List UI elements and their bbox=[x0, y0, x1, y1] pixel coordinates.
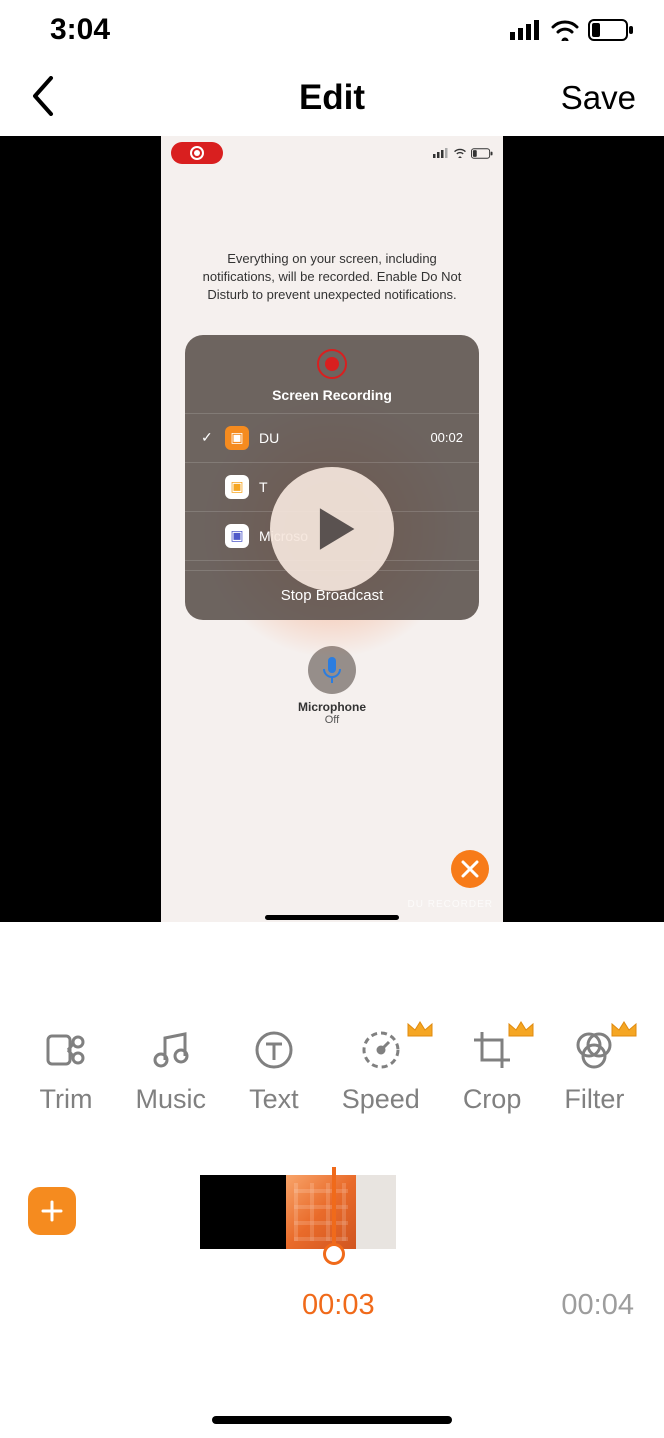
app-icon: ▣ bbox=[225, 524, 249, 548]
app-icon: ▣ bbox=[225, 475, 249, 499]
clip-track[interactable] bbox=[200, 1175, 396, 1249]
wifi-icon bbox=[453, 148, 467, 158]
microphone-block: Microphone Off bbox=[161, 646, 503, 726]
crop-icon bbox=[472, 1030, 512, 1070]
microphone-icon bbox=[308, 646, 356, 694]
cellular-icon bbox=[510, 20, 542, 40]
tool-text[interactable]: Text bbox=[249, 1030, 299, 1115]
total-time: 00:04 bbox=[561, 1289, 634, 1322]
nav-bar: Edit Save bbox=[0, 60, 664, 136]
inner-home-indicator bbox=[265, 915, 399, 920]
crown-icon bbox=[610, 1018, 638, 1045]
app-row-du: ✓ ▣ DU 00:02 bbox=[185, 413, 479, 462]
app-icon: ▣ bbox=[225, 426, 249, 450]
microphone-status: Off bbox=[161, 714, 503, 726]
record-icon bbox=[317, 349, 347, 379]
clip-thumbnail[interactable] bbox=[286, 1175, 356, 1249]
current-time: 00:03 bbox=[302, 1289, 375, 1322]
microphone-label: Microphone bbox=[161, 700, 503, 714]
tool-label: Crop bbox=[463, 1084, 522, 1115]
battery-icon bbox=[471, 148, 493, 159]
back-button[interactable] bbox=[28, 76, 58, 121]
tool-label: Speed bbox=[342, 1084, 420, 1115]
tool-music[interactable]: Music bbox=[136, 1030, 207, 1115]
tool-crop[interactable]: Crop bbox=[463, 1030, 522, 1115]
tool-row: Trim Music Text Speed Crop Filter bbox=[0, 922, 664, 1115]
tool-label: Trim bbox=[40, 1084, 93, 1115]
recording-notice: Everything on your screen, including not… bbox=[161, 170, 503, 335]
timeline[interactable] bbox=[0, 1175, 664, 1265]
cellular-icon bbox=[433, 148, 449, 158]
clip-thumbnail[interactable] bbox=[356, 1175, 396, 1249]
add-clip-button[interactable] bbox=[28, 1187, 76, 1235]
card-header: Screen Recording bbox=[185, 335, 479, 413]
crown-icon bbox=[406, 1018, 434, 1045]
wifi-icon bbox=[550, 19, 580, 41]
preview-frame: Everything on your screen, including not… bbox=[161, 136, 503, 922]
tool-label: Filter bbox=[564, 1084, 624, 1115]
watermark: DU RECORDER bbox=[408, 899, 493, 910]
play-button[interactable] bbox=[270, 467, 394, 591]
tool-trim[interactable]: Trim bbox=[40, 1030, 93, 1115]
tool-label: Music bbox=[136, 1084, 207, 1115]
status-indicators bbox=[510, 19, 634, 41]
inner-status-bar bbox=[161, 136, 503, 170]
tool-filter[interactable]: Filter bbox=[564, 1030, 624, 1115]
playhead[interactable] bbox=[332, 1167, 336, 1257]
page-title: Edit bbox=[299, 78, 365, 118]
battery-icon bbox=[588, 19, 634, 41]
recording-pill bbox=[171, 142, 223, 164]
tool-label: Text bbox=[249, 1084, 299, 1115]
save-button[interactable]: Save bbox=[561, 79, 636, 117]
app-label: DU bbox=[259, 430, 420, 446]
speed-icon bbox=[361, 1030, 401, 1070]
crown-icon bbox=[507, 1018, 535, 1045]
clip-thumbnail[interactable] bbox=[200, 1175, 286, 1249]
filter-icon bbox=[574, 1030, 614, 1070]
music-icon bbox=[151, 1030, 191, 1070]
home-indicator[interactable] bbox=[212, 1416, 452, 1424]
time-display: 00:03 00:04 bbox=[0, 1265, 664, 1322]
status-bar: 3:04 bbox=[0, 0, 664, 60]
trim-icon bbox=[46, 1030, 86, 1070]
status-time: 3:04 bbox=[50, 13, 110, 47]
card-title: Screen Recording bbox=[185, 387, 479, 403]
video-preview[interactable]: Everything on your screen, including not… bbox=[0, 136, 664, 922]
text-icon bbox=[254, 1030, 294, 1070]
close-fab bbox=[451, 850, 489, 888]
app-time: 00:02 bbox=[430, 430, 463, 445]
tool-speed[interactable]: Speed bbox=[342, 1030, 420, 1115]
check-icon: ✓ bbox=[201, 429, 215, 446]
